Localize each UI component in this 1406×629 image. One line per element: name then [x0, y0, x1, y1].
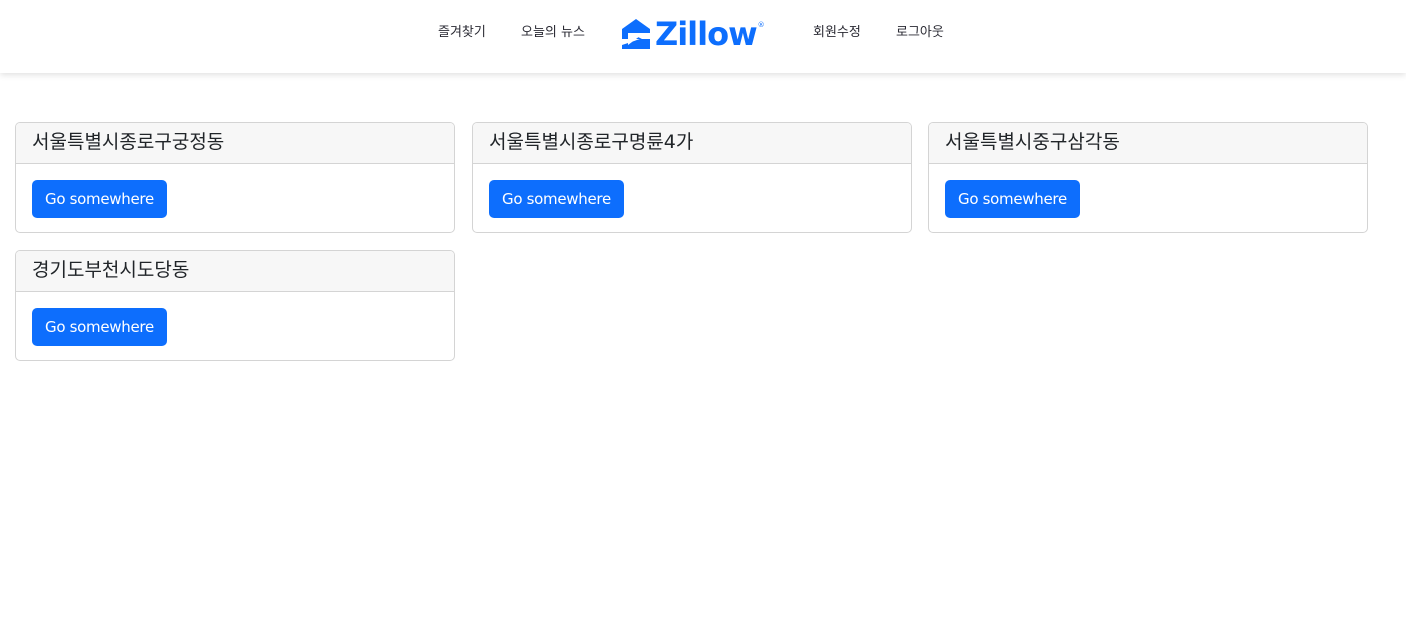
property-card: 서울특별시종로구궁정동 Go somewhere: [15, 122, 455, 233]
go-somewhere-button[interactable]: Go somewhere: [32, 308, 167, 346]
property-card: 서울특별시중구삼각동 Go somewhere: [928, 122, 1368, 233]
go-somewhere-button[interactable]: Go somewhere: [945, 180, 1080, 218]
card-title: 서울특별시종로구궁정동: [16, 123, 454, 164]
card-body: Go somewhere: [16, 292, 454, 360]
card-body: Go somewhere: [16, 164, 454, 232]
nav-favorites-link[interactable]: 즐겨찾기: [438, 24, 486, 42]
go-somewhere-button[interactable]: Go somewhere: [32, 180, 167, 218]
card-title: 경기도부천시도당동: [16, 251, 454, 292]
zillow-house-icon: [622, 19, 650, 49]
top-navbar: 즐겨찾기 오늘의 뉴스 Zillow ® 회원수정 로그아웃: [0, 0, 1406, 73]
nav-edit-profile-link[interactable]: 회원수정: [813, 24, 861, 42]
card-title: 서울특별시종로구명륜4가: [473, 123, 911, 164]
card-body: Go somewhere: [929, 164, 1367, 232]
card-title: 서울특별시중구삼각동: [929, 123, 1367, 164]
registered-mark: ®: [757, 21, 765, 29]
logo-text: Zillow: [655, 15, 758, 53]
nav-news-link[interactable]: 오늘의 뉴스: [521, 24, 585, 42]
card-body: Go somewhere: [473, 164, 911, 232]
nav-logout-link[interactable]: 로그아웃: [896, 24, 944, 42]
property-card: 서울특별시종로구명륜4가 Go somewhere: [472, 122, 912, 233]
go-somewhere-button[interactable]: Go somewhere: [489, 180, 624, 218]
zillow-logo[interactable]: Zillow ®: [620, 15, 765, 53]
property-card: 경기도부천시도당동 Go somewhere: [15, 250, 455, 361]
